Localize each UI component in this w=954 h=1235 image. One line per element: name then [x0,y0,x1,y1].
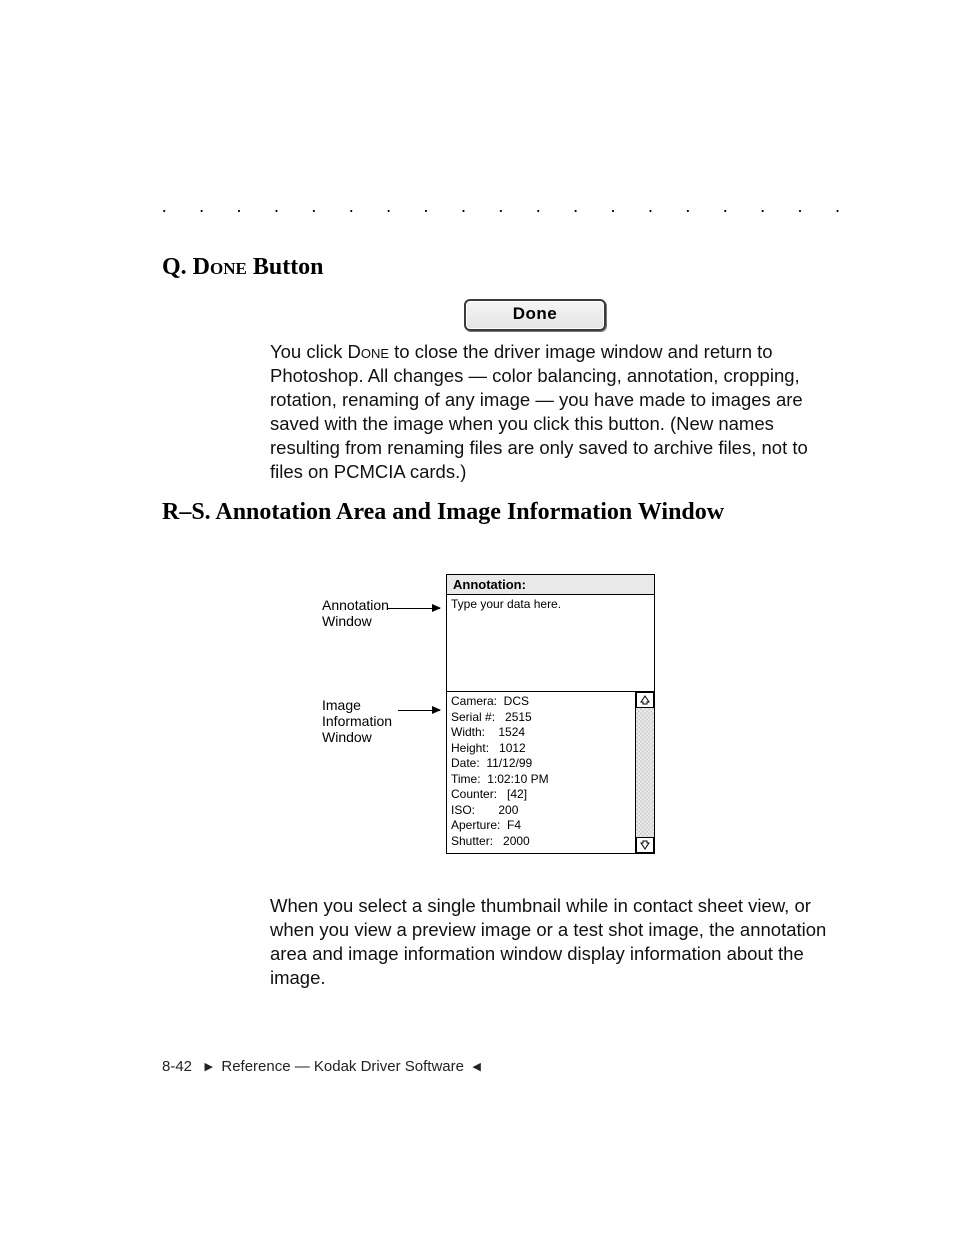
para-q-done-smallcaps: Done [347,341,389,362]
scroll-down-arrow-icon[interactable] [636,837,654,853]
heading-q-done-word: Done [193,254,247,280]
paragraph-rs: When you select a single thumbnail while… [270,894,836,990]
annotation-text-area[interactable]: Type your data here. [446,594,655,692]
heading-q-prefix: Q. [162,254,193,280]
annotation-panel-title: Annotation: [446,574,655,594]
callout-annotation-window: Annotation Window [322,597,412,629]
image-info-text: Camera: DCS Serial #: 2515 Width: 1524 H… [447,692,635,853]
dot-leader: . . . . . . . . . . . . . . . . . . . . … [162,196,842,217]
page-footer: 8-42 ▶ Reference — Kodak Driver Software… [162,1058,481,1075]
para-q-a: You click [270,341,347,362]
annotation-panel-figure: Annotation: Type your data here. Camera:… [446,574,655,854]
connector-arrow-annotation [388,608,440,609]
image-info-panel: Camera: DCS Serial #: 2515 Width: 1524 H… [446,692,655,854]
connector-arrow-info [398,710,440,711]
paragraph-q: You click Done to close the driver image… [270,340,836,484]
footer-section-title: Reference — Kodak Driver Software [221,1058,464,1075]
scroll-up-arrow-icon[interactable] [636,692,654,708]
heading-q-done-button: Q. Done Button [162,254,324,281]
done-button[interactable]: Done [464,299,606,331]
heading-rs-annotation-area: R–S. Annotation Area and Image Informati… [162,497,842,527]
footer-page-number: 8-42 [162,1058,192,1075]
heading-q-suffix: Button [247,254,324,280]
scrollbar[interactable] [635,692,654,853]
para-q-b: to close the driver image window and ret… [270,341,808,482]
callout-image-information-window: Image Information Window [322,697,422,745]
triangle-left-icon: ◀ [472,1061,480,1073]
triangle-right-icon: ▶ [205,1061,213,1073]
